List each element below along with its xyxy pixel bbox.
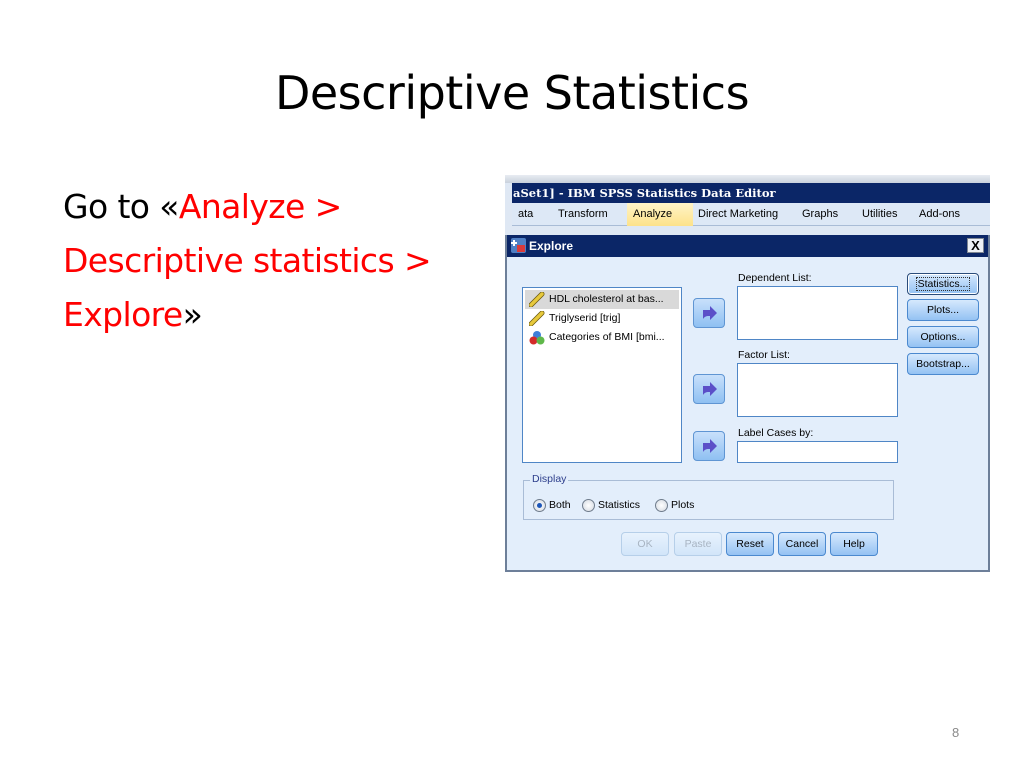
- display-legend: Display: [530, 473, 569, 485]
- options-button[interactable]: Options...: [907, 326, 979, 348]
- app-title-bar: aSet1] - IBM SPSS Statistics Data Editor: [512, 183, 990, 203]
- scale-ruler-icon: [529, 311, 545, 326]
- label-cases-label: Label Cases by:: [738, 427, 814, 439]
- variable-item[interactable]: Triglyserid [trig]: [525, 309, 679, 328]
- display-both-radio[interactable]: Both: [533, 499, 571, 512]
- menu-add-ons[interactable]: Add-ons: [913, 203, 966, 226]
- menu-path-descriptive-statistics: Descriptive statistics >: [63, 241, 432, 280]
- close-icon: X: [971, 238, 980, 253]
- display-statistics-radio[interactable]: Statistics: [582, 499, 640, 512]
- dependent-list-label: Dependent List:: [738, 272, 812, 284]
- nominal-balls-icon: [529, 331, 545, 345]
- move-to-label-cases-button[interactable]: [693, 431, 725, 461]
- variable-item[interactable]: Categories of BMI [bmi...: [525, 328, 679, 347]
- dialog-title: Explore: [529, 239, 574, 253]
- menu-utilities[interactable]: Utilities: [856, 203, 903, 226]
- display-plots-radio[interactable]: Plots: [655, 499, 694, 512]
- arrow-right-icon: [703, 439, 717, 453]
- radio-unselected-icon: [582, 499, 595, 512]
- explore-dialog: Explore X HDL cholesterol at bas... Trig…: [505, 235, 990, 572]
- menu-direct-marketing[interactable]: Direct Marketing: [692, 203, 784, 226]
- instruction-text: Go to «Analyze > Descriptive statistics …: [63, 180, 493, 342]
- factor-list-box[interactable]: [737, 363, 898, 417]
- source-variable-list[interactable]: HDL cholesterol at bas... Triglyserid [t…: [522, 287, 682, 463]
- instruction-suffix: »: [182, 295, 203, 334]
- radio-unselected-icon: [655, 499, 668, 512]
- radio-selected-icon: [533, 499, 546, 512]
- menu-graphs[interactable]: Graphs: [796, 203, 844, 226]
- page-number: 8: [952, 725, 960, 740]
- spss-screenshot: aSet1] - IBM SPSS Statistics Data Editor…: [505, 175, 990, 572]
- cancel-button[interactable]: Cancel: [778, 532, 826, 556]
- slide-title: Descriptive Statistics: [274, 66, 750, 120]
- dependent-list-box[interactable]: [737, 286, 898, 340]
- help-button[interactable]: Help: [830, 532, 878, 556]
- scale-ruler-icon: [529, 292, 545, 307]
- plots-button[interactable]: Plots...: [907, 299, 979, 321]
- menu-bar: ata Transform Analyze Direct Marketing G…: [512, 203, 990, 226]
- window-edge: [505, 175, 990, 183]
- menu-transform[interactable]: Transform: [552, 203, 614, 226]
- menu-path-analyze: Analyze >: [178, 187, 342, 226]
- statistics-button[interactable]: Statistics...: [907, 273, 979, 295]
- dialog-title-bar: Explore X: [507, 235, 988, 257]
- variable-item[interactable]: HDL cholesterol at bas...: [525, 290, 679, 309]
- display-group: Display Both Statistics Plots: [523, 473, 894, 520]
- factor-list-label: Factor List:: [738, 349, 790, 361]
- instruction-prefix: Go to «: [63, 187, 179, 226]
- close-button[interactable]: X: [967, 238, 984, 253]
- arrow-right-icon: [703, 306, 717, 320]
- label-cases-field[interactable]: [737, 441, 898, 463]
- arrow-right-icon: [703, 382, 717, 396]
- move-to-dependent-button[interactable]: [693, 298, 725, 328]
- menu-analyze[interactable]: Analyze: [627, 203, 693, 226]
- explore-dialog-icon: [511, 238, 526, 253]
- bootstrap-button[interactable]: Bootstrap...: [907, 353, 979, 375]
- menu-path-explore: Explore: [63, 295, 183, 334]
- menu-data[interactable]: ata: [512, 203, 539, 226]
- paste-button[interactable]: Paste: [674, 532, 722, 556]
- ok-button[interactable]: OK: [621, 532, 669, 556]
- reset-button[interactable]: Reset: [726, 532, 774, 556]
- move-to-factor-button[interactable]: [693, 374, 725, 404]
